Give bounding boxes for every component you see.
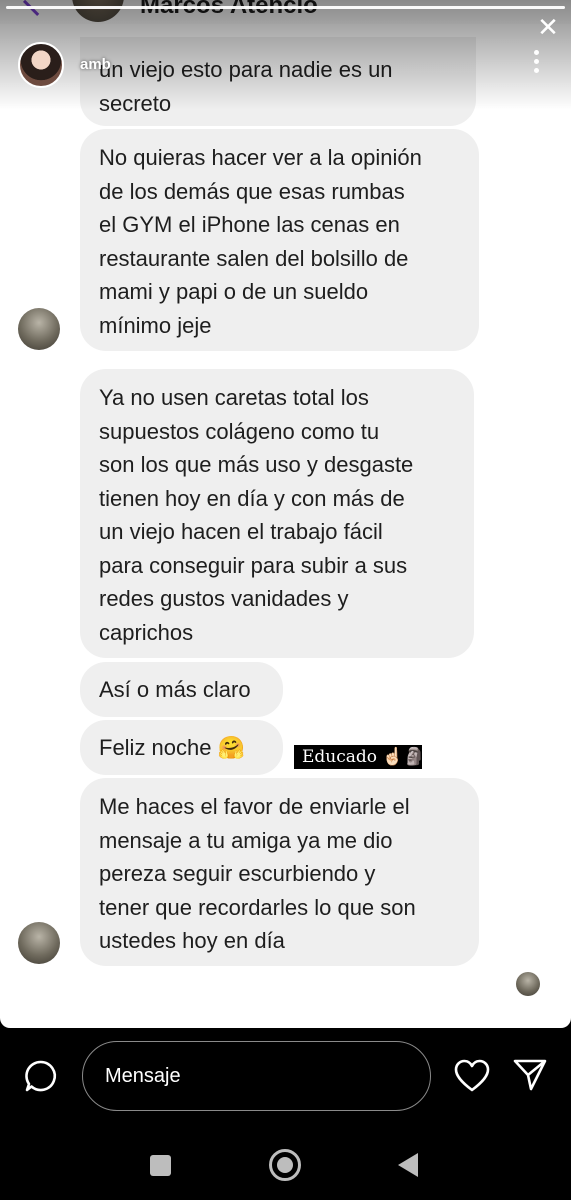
uploader-avatar[interactable] <box>18 42 64 88</box>
story-progress-bar <box>6 6 565 9</box>
message-bubble: Feliz noche 🤗 <box>80 720 283 775</box>
story-uploader[interactable]: amb <box>18 42 111 88</box>
story-frame: Marcos Atencio amb ✕ un viejo esto para … <box>0 0 571 1028</box>
dm-header-name: Marcos Atencio <box>140 0 318 19</box>
heart-icon[interactable] <box>454 1059 490 1093</box>
message-bubble: Me haces el favor de enviarle el mensaje… <box>80 778 479 966</box>
sticker-text: Educado ☝🏻🗿 <box>294 745 425 769</box>
chat-bubble-icon[interactable] <box>24 1059 58 1093</box>
dm-header-avatar <box>72 0 124 22</box>
message-bubble: un viejo esto para nadie es un secreto <box>80 37 476 126</box>
home-button[interactable] <box>269 1149 301 1181</box>
more-options-icon[interactable] <box>526 50 546 76</box>
close-icon[interactable]: ✕ <box>535 14 561 40</box>
back-button[interactable] <box>398 1153 418 1177</box>
recents-button[interactable] <box>150 1155 171 1176</box>
seen-avatar <box>516 972 540 996</box>
uploader-name[interactable]: amb <box>80 56 111 73</box>
message-input[interactable] <box>82 1041 431 1111</box>
send-icon[interactable] <box>512 1057 548 1093</box>
message-bubble: No quieras hacer ver a la opinión de los… <box>80 129 479 351</box>
message-bubble: Así o más claro <box>80 662 283 717</box>
sender-avatar <box>18 308 60 350</box>
message-bubble: Ya no usen caretas total los supuestos c… <box>80 369 474 658</box>
sender-avatar <box>18 922 60 964</box>
dm-header: Marcos Atencio <box>0 0 571 24</box>
